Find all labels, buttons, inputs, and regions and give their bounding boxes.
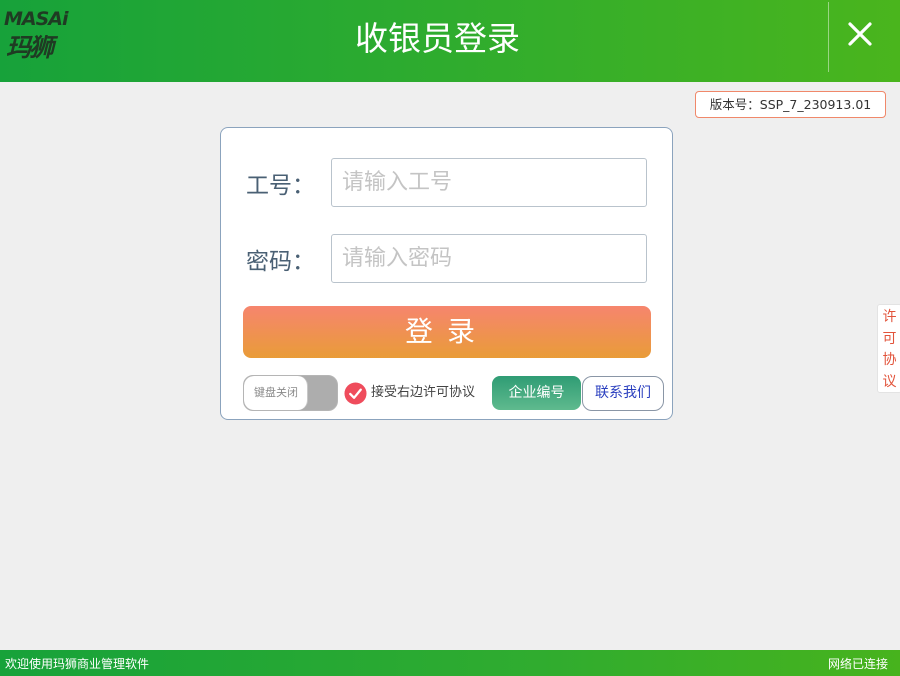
agree-checkbox[interactable]: [344, 382, 367, 405]
password-input[interactable]: [331, 234, 647, 283]
license-tab-char: 协: [882, 352, 897, 368]
company-id-button[interactable]: 企业编号: [492, 376, 581, 410]
license-tab-char: 议: [882, 373, 897, 390]
close-button[interactable]: [834, 8, 886, 60]
network-status: 网络已连接: [827, 657, 888, 671]
title-bar: MASAi 玛狮 收银员登录: [0, 0, 900, 82]
employee-id-label: 工号：: [246, 173, 315, 199]
agree-label[interactable]: 接受右边许可协议: [371, 383, 475, 403]
header-divider: [828, 2, 829, 72]
license-tab-char: 可: [882, 330, 897, 347]
welcome-message: 欢迎使用玛狮商业管理软件: [5, 657, 150, 671]
close-icon: [848, 22, 872, 46]
contact-us-button[interactable]: 联系我们: [582, 376, 664, 411]
version-badge: 版本号：SSP_7_230913.01: [695, 91, 886, 118]
keyboard-toggle[interactable]: 键盘关闭: [243, 375, 338, 411]
login-button[interactable]: 登录: [243, 306, 651, 358]
status-bar: 欢迎使用玛狮商业管理软件 网络已连接: [0, 650, 900, 676]
employee-id-input[interactable]: [331, 158, 647, 207]
page-title: 收银员登录: [355, 19, 520, 58]
keyboard-toggle-label: 键盘关闭: [254, 386, 298, 399]
license-tab-char: 许: [882, 309, 897, 325]
login-panel: 工号： 密码： 登录 键盘关闭 接受右边许可协议 企业编号 联系我们: [220, 127, 673, 420]
password-label: 密码：: [246, 249, 315, 275]
license-agreement-tab[interactable]: 许 可 协 议: [877, 304, 900, 393]
